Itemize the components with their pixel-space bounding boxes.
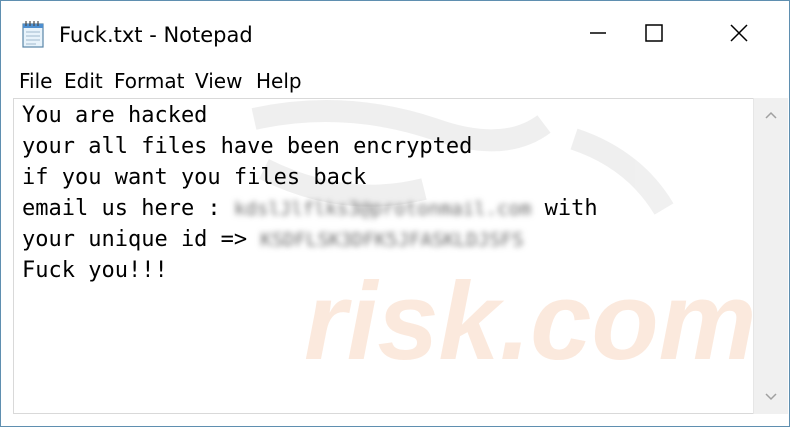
close-icon (729, 23, 749, 48)
scroll-up-button[interactable] (754, 98, 788, 132)
text-line-3: if you want you files back (22, 165, 367, 190)
email-label: email us here : (22, 196, 221, 221)
text-line-5: your unique id => KSDFLSK3DFK5JFASKLDJSF… (22, 226, 524, 254)
email-address: kdslJlflks3@protonmail.com (233, 198, 532, 220)
scroll-down-button[interactable] (754, 380, 788, 414)
window-title: Fuck.txt - Notepad (59, 23, 253, 47)
maximize-icon (644, 23, 664, 48)
chevron-up-icon (765, 106, 777, 124)
menu-bar: File Edit Format View Help (1, 65, 789, 97)
email-suffix: with (544, 196, 598, 221)
title-bar[interactable]: Fuck.txt - Notepad (1, 1, 789, 65)
unique-id-value: KSDFLSK3DFK5JFASKLDJSFS (260, 229, 524, 251)
menu-file[interactable]: File (19, 69, 52, 93)
text-line-4: email us here : kdslJlflks3@protonmail.c… (22, 195, 598, 223)
minimize-icon (588, 23, 608, 48)
menu-format[interactable]: Format (114, 69, 184, 93)
menu-edit[interactable]: Edit (64, 69, 103, 93)
text-line-1: You are hacked (22, 103, 208, 128)
text-editor[interactable]: risk.com You are hacked your all files h… (13, 98, 754, 414)
menu-view[interactable]: View (195, 69, 242, 93)
unique-id-label: your unique id => (22, 227, 248, 252)
notepad-icon (21, 20, 45, 48)
notepad-window: Fuck.txt - Notepad File Edit Format View… (0, 0, 790, 427)
vertical-scrollbar[interactable] (753, 98, 788, 414)
chevron-down-icon (765, 388, 777, 406)
close-button[interactable] (716, 15, 762, 55)
text-line-2: your all files have been encrypted (22, 134, 473, 159)
minimize-button[interactable] (575, 15, 621, 55)
watermark-text: risk.com (304, 260, 754, 383)
menu-help[interactable]: Help (256, 69, 302, 93)
text-line-6: Fuck you!!! (22, 258, 168, 283)
maximize-button[interactable] (631, 15, 677, 55)
